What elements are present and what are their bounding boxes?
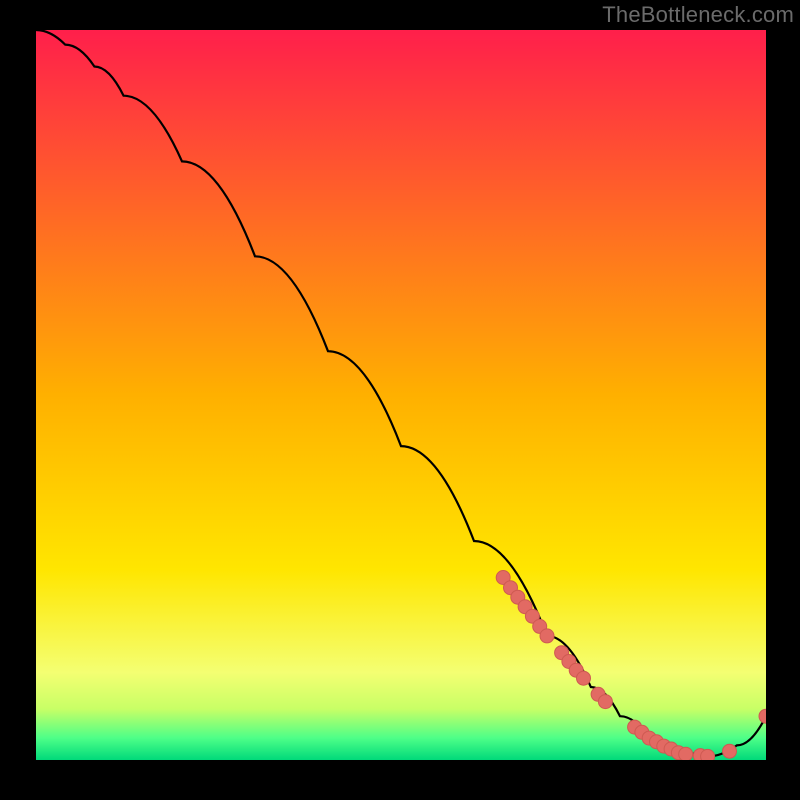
gradient-background — [36, 30, 766, 760]
plot-area — [36, 30, 766, 760]
marker-point — [598, 695, 612, 709]
watermark-text: TheBottleneck.com — [602, 2, 794, 28]
marker-point — [679, 747, 693, 760]
marker-point — [577, 671, 591, 685]
marker-point — [723, 744, 737, 758]
chart-frame: TheBottleneck.com — [0, 0, 800, 800]
marker-point — [540, 629, 554, 643]
bottleneck-chart — [36, 30, 766, 760]
marker-point — [701, 749, 715, 760]
